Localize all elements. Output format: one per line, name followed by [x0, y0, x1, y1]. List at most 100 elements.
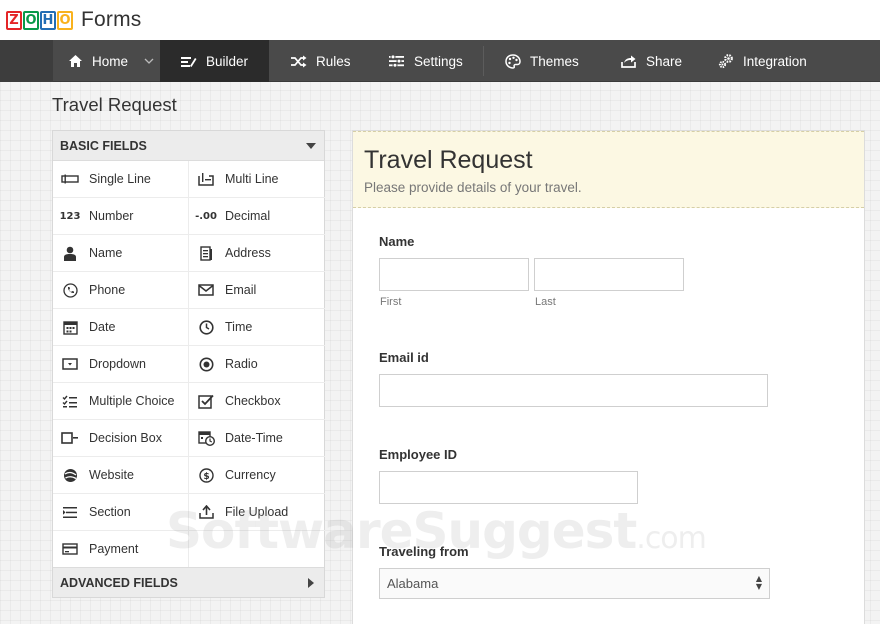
nav-separator — [483, 46, 484, 76]
multi-line-icon — [197, 171, 215, 187]
field-label: Multi Line — [225, 172, 279, 186]
name-label: Name — [379, 234, 415, 249]
currency-icon: $ — [197, 467, 215, 483]
decision-box-icon — [61, 430, 79, 446]
credit-card-icon — [61, 541, 79, 557]
nav-integration-label: Integration — [743, 53, 807, 69]
main-nav: Home Builder Rules Settings Themes Share… — [0, 40, 880, 82]
nav-left-edge — [0, 40, 53, 82]
field-date-time[interactable]: Date-Time — [189, 420, 325, 457]
date-time-icon — [197, 430, 215, 446]
employee-id-label: Employee ID — [379, 447, 458, 462]
nav-share[interactable]: Share — [620, 40, 700, 82]
app-name: Forms — [81, 8, 142, 31]
field-label: Decimal — [225, 209, 271, 223]
basic-fields-grid: Single Line Multi Line 123 Number -.00 D… — [53, 161, 325, 568]
traveling-from-value: Alabama — [387, 576, 439, 591]
phone-icon — [61, 282, 79, 298]
email-label: Email id — [379, 350, 429, 365]
logo-letter-o: O — [23, 10, 39, 30]
select-arrows-icon: ▲ ▼ — [755, 574, 762, 591]
field-time[interactable]: Time — [189, 309, 325, 346]
field-multiple-choice[interactable]: Multiple Choice — [53, 383, 189, 420]
field-palette: BASIC FIELDS Single Line Multi Line 123 … — [52, 130, 325, 598]
field-section[interactable]: Section — [53, 494, 189, 531]
clock-icon — [197, 319, 215, 335]
field-number[interactable]: 123 Number — [53, 198, 189, 235]
gears-icon — [718, 54, 733, 69]
field-name[interactable]: Name — [53, 235, 189, 272]
field-label: Name — [89, 246, 123, 260]
field-checkbox[interactable]: Checkbox — [189, 383, 325, 420]
home-icon — [69, 55, 82, 67]
nav-settings[interactable]: Settings — [388, 40, 478, 82]
traveling-from-select[interactable]: Alabama ▲ ▼ — [379, 568, 770, 599]
nav-home[interactable]: Home — [53, 40, 160, 82]
field-single-line[interactable]: Single Line — [53, 161, 189, 198]
field-label: Dropdown — [89, 357, 146, 371]
field-payment[interactable]: Payment — [53, 531, 189, 568]
person-icon — [61, 245, 79, 261]
logo-letter-h: H — [40, 10, 56, 30]
field-label: Checkbox — [225, 394, 281, 408]
field-email[interactable]: Email — [189, 272, 325, 309]
nav-rules-label: Rules — [316, 53, 351, 69]
logo-letter-z: Z — [6, 10, 22, 30]
field-address[interactable]: Address — [189, 235, 325, 272]
nav-builder[interactable]: Builder — [160, 40, 269, 82]
field-label: Radio — [225, 357, 258, 371]
basic-fields-header[interactable]: BASIC FIELDS — [53, 131, 324, 161]
radio-icon — [197, 356, 215, 372]
share-icon — [621, 55, 636, 68]
form-title: Travel Request — [364, 146, 533, 174]
field-label: File Upload — [225, 505, 289, 519]
advanced-fields-header[interactable]: ADVANCED FIELDS — [53, 567, 324, 597]
field-multi-line[interactable]: Multi Line — [189, 161, 325, 198]
first-name-input[interactable] — [379, 258, 529, 291]
field-decision-box[interactable]: Decision Box — [53, 420, 189, 457]
zoho-logo[interactable]: Z O H O Forms — [6, 8, 142, 32]
caret-down-icon — [306, 142, 316, 149]
nav-settings-label: Settings — [414, 53, 463, 69]
section-icon — [61, 504, 79, 520]
checkbox-icon — [197, 393, 215, 409]
page-title: Travel Request — [52, 94, 177, 115]
field-date[interactable]: Date — [53, 309, 189, 346]
nav-themes[interactable]: Themes — [505, 40, 595, 82]
field-dropdown[interactable]: Dropdown — [53, 346, 189, 383]
field-website[interactable]: Website — [53, 457, 189, 494]
field-currency[interactable]: $ Currency — [189, 457, 325, 494]
field-decimal[interactable]: -.00 Decimal — [189, 198, 325, 235]
field-label: Date-Time — [225, 431, 283, 445]
field-radio[interactable]: Radio — [189, 346, 325, 383]
form-canvas: Travel Request Please provide details of… — [352, 130, 865, 624]
envelope-icon — [197, 282, 215, 298]
brand-bar: Z O H O Forms — [0, 0, 880, 40]
nav-share-label: Share — [646, 53, 683, 69]
nav-integration[interactable]: Integration — [718, 40, 828, 82]
field-file-upload[interactable]: File Upload — [189, 494, 325, 531]
svg-text:$: $ — [203, 472, 209, 482]
nav-rules[interactable]: Rules — [290, 40, 370, 82]
first-name-sublabel: First — [380, 296, 402, 308]
last-name-input[interactable] — [534, 258, 684, 291]
form-header[interactable]: Travel Request Please provide details of… — [353, 131, 864, 208]
shuffle-icon — [291, 55, 307, 67]
email-input[interactable] — [379, 374, 768, 407]
single-line-icon — [61, 171, 79, 187]
employee-id-input[interactable] — [379, 471, 638, 504]
field-label: Email — [225, 283, 257, 297]
chevron-down-icon — [144, 58, 154, 64]
address-icon — [197, 245, 215, 261]
settings-icon — [389, 54, 404, 68]
field-phone[interactable]: Phone — [53, 272, 189, 309]
globe-icon — [61, 467, 79, 483]
field-label: Time — [225, 320, 253, 334]
field-label: Multiple Choice — [89, 394, 175, 408]
field-label: Website — [89, 468, 134, 482]
palette-icon — [505, 53, 521, 69]
form-description: Please provide details of your travel. — [364, 180, 582, 195]
field-label: Phone — [89, 283, 126, 297]
calendar-icon — [61, 319, 79, 335]
field-label: Decision Box — [89, 431, 162, 445]
